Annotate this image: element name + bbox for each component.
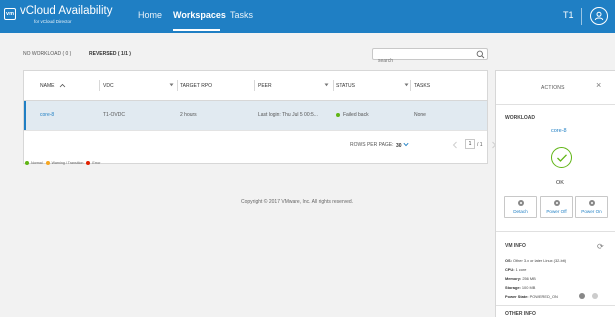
- vm-info-os: OS: Other 3.x or later Linux (32-bit): [505, 258, 566, 263]
- detach-icon: [517, 200, 524, 206]
- column-separator: [99, 80, 100, 91]
- chevron-down-icon: [403, 142, 409, 147]
- cell-status: Failed back: [336, 112, 369, 118]
- vm-info-title: VM INFO: [505, 243, 526, 249]
- table-row[interactable]: core-8 T1-OVDC 2 hours Last login: Thu J…: [24, 101, 487, 130]
- power-action-icon[interactable]: [579, 293, 585, 299]
- power-on-button[interactable]: Power On: [575, 196, 608, 218]
- column-separator: [177, 80, 178, 91]
- status-ok-dot-icon: [336, 112, 340, 117]
- user-icon: [594, 11, 604, 21]
- filter-no-workload[interactable]: NO WORKLOAD ( 0 ): [23, 51, 71, 57]
- vm-info-storage: Storage: 100 MB: [505, 285, 536, 290]
- app-subtitle: for vCloud Director: [34, 19, 72, 24]
- page-total: / 1: [477, 142, 483, 148]
- power-off-icon: [553, 200, 560, 206]
- page-prev-icon[interactable]: [452, 141, 458, 149]
- status-ok-icon: [551, 147, 572, 168]
- nav-tasks[interactable]: Tasks: [230, 10, 253, 20]
- column-header-target-rpo[interactable]: TARGET RPO: [180, 71, 212, 100]
- sort-ascending-icon[interactable]: [59, 83, 66, 88]
- power-off-button[interactable]: Power Off: [540, 196, 573, 218]
- panel-divider: [496, 231, 615, 232]
- app-title[interactable]: vCloud Availability: [20, 5, 112, 17]
- power-action-icon[interactable]: [592, 293, 598, 299]
- column-header-status[interactable]: STATUS: [336, 71, 355, 100]
- panel-divider: [496, 104, 615, 105]
- rows-per-page-select[interactable]: 30: [396, 142, 409, 149]
- search-box: [372, 48, 488, 66]
- filter-dropdown-icon[interactable]: [169, 83, 174, 87]
- refresh-icon[interactable]: ⟳: [597, 242, 604, 251]
- cell-peer: Last login: Thu Jul 5 00:5...: [258, 112, 318, 118]
- other-info-title: OTHER INFO: [505, 311, 536, 317]
- app-header: vm vCloud Availability for vCloud Direct…: [0, 0, 615, 33]
- detach-button[interactable]: Detach: [504, 196, 537, 218]
- workload-section-title: WORKLOAD: [505, 115, 535, 121]
- cell-vdc: T1-OVDC: [103, 112, 125, 118]
- search-input[interactable]: [373, 56, 473, 66]
- nav-workspaces[interactable]: Workspaces: [173, 10, 226, 20]
- legend-error-dot-icon: [86, 161, 91, 165]
- rows-per-page-label: ROWS PER PAGE:: [350, 142, 394, 148]
- tenant-name: T1: [563, 10, 574, 20]
- vm-info-cpu: CPU: 1 core: [505, 267, 527, 272]
- row-divider: [24, 130, 487, 131]
- column-header-tasks[interactable]: TASKS: [414, 71, 430, 100]
- cell-tasks: None: [414, 112, 426, 118]
- workload-state: OK: [556, 180, 564, 186]
- workloads-table: NAME VDC TARGET RPO PEER STATUS TASKS co…: [23, 70, 497, 164]
- column-header-vdc[interactable]: VDC: [103, 71, 114, 100]
- user-menu-button[interactable]: [590, 7, 608, 25]
- power-on-icon: [588, 200, 595, 206]
- filter-dropdown-icon[interactable]: [404, 83, 409, 87]
- workload-name: core-8: [551, 128, 567, 134]
- column-separator: [254, 80, 255, 91]
- legend-warning-dot-icon: [45, 161, 50, 165]
- cell-name[interactable]: core-8: [40, 112, 54, 118]
- filter-dropdown-icon[interactable]: [324, 83, 329, 87]
- actions-panel: ACTIONS × WORKLOAD core-8 OK Detach Powe…: [495, 70, 615, 317]
- vm-info-memory: Memory: 256 MB: [505, 276, 536, 281]
- header-divider: [581, 8, 582, 25]
- page-number-input[interactable]: 1: [465, 139, 475, 149]
- column-separator: [333, 80, 334, 91]
- column-header-peer[interactable]: PEER: [258, 71, 272, 100]
- nav-active-indicator: [173, 29, 220, 31]
- cell-target-rpo: 2 hours: [180, 112, 197, 118]
- column-header-name[interactable]: NAME: [40, 71, 66, 100]
- vmware-logo: vm: [4, 8, 16, 20]
- copyright-footer: Copyright © 2017 VMware, Inc. All rights…: [241, 199, 354, 205]
- column-separator: [410, 80, 411, 91]
- status-legend: Normal Warning / Transition Error: [25, 161, 100, 165]
- search-icon[interactable]: [476, 50, 485, 59]
- panel-divider: [496, 305, 615, 306]
- legend-normal-dot-icon: [25, 161, 29, 165]
- vm-info-power-state: Power State: POWERED_ON: [505, 294, 558, 299]
- close-icon[interactable]: ×: [596, 80, 601, 90]
- nav-home[interactable]: Home: [138, 10, 162, 20]
- filter-reversed[interactable]: REVERSED ( 1/1 ): [89, 51, 131, 57]
- panel-title: ACTIONS: [541, 85, 565, 91]
